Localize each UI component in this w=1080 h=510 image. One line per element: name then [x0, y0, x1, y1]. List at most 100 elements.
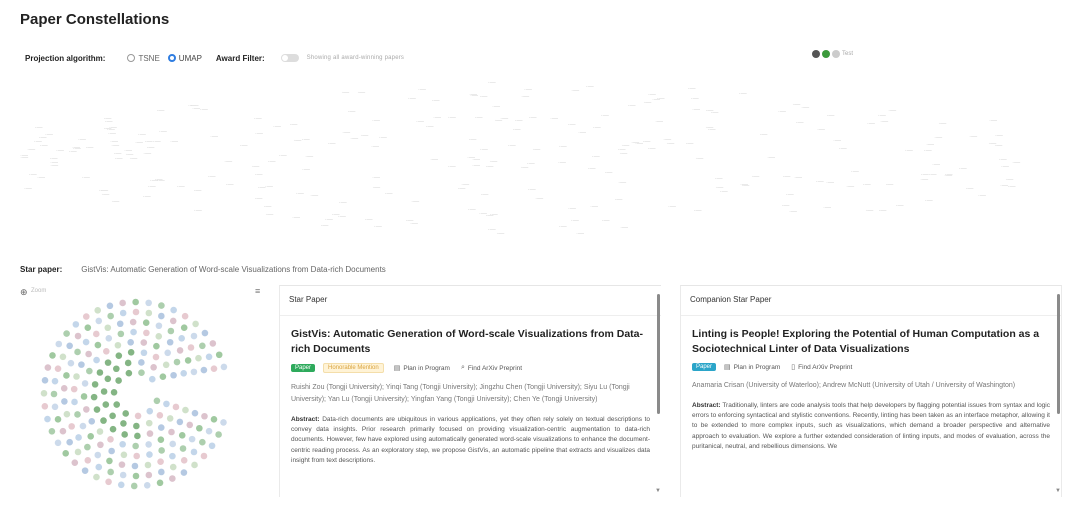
- scatter-point[interactable]: ·—: [265, 184, 273, 190]
- scatter-point[interactable]: ·—: [347, 109, 355, 115]
- radio-tsne[interactable]: TSNE: [127, 54, 160, 63]
- paper-dot[interactable]: [78, 361, 85, 368]
- constellation-rings[interactable]: [18, 297, 268, 505]
- scatter-point[interactable]: ·—: [878, 208, 886, 214]
- scatter-point[interactable]: ·—: [302, 137, 310, 143]
- paper-dot[interactable]: [44, 364, 52, 371]
- scatter-point[interactable]: ·—: [817, 127, 825, 133]
- scatter-point[interactable]: ·—: [170, 139, 178, 145]
- scatter-point[interactable]: ·—: [767, 155, 775, 161]
- scatter-point[interactable]: ·—: [496, 231, 504, 237]
- paper-dot[interactable]: [145, 471, 153, 479]
- scatter-point[interactable]: ·—: [878, 113, 886, 119]
- scatter-point[interactable]: ·—: [1005, 177, 1013, 183]
- paper-dot[interactable]: [156, 479, 164, 487]
- paper-dot[interactable]: [143, 329, 150, 337]
- paper-dot[interactable]: [90, 393, 98, 401]
- scatter-point[interactable]: ·—: [143, 151, 151, 157]
- paper-dot[interactable]: [169, 475, 176, 482]
- scatter-point[interactable]: ·—: [571, 218, 579, 224]
- scatter-point[interactable]: ·—: [479, 94, 487, 100]
- scatter-point[interactable]: ·—: [39, 135, 47, 141]
- paper-dot[interactable]: [179, 445, 187, 452]
- scatter-point[interactable]: ·—: [159, 129, 167, 135]
- scatter-point[interactable]: ·—: [885, 182, 893, 188]
- scatter-point[interactable]: ·—: [839, 146, 847, 152]
- paper-dot[interactable]: [210, 416, 218, 423]
- scatter-point[interactable]: ·—: [155, 177, 163, 183]
- paper-dot[interactable]: [63, 330, 70, 337]
- paper-dot[interactable]: [82, 313, 90, 320]
- scatter-point[interactable]: ·—: [786, 192, 794, 198]
- paper-dot[interactable]: [184, 357, 192, 364]
- scatter-point[interactable]: ·—: [494, 118, 502, 124]
- paper-dot[interactable]: [133, 422, 140, 430]
- paper-dot[interactable]: [106, 457, 113, 465]
- scatter-point[interactable]: ·—: [251, 164, 259, 170]
- paper-dot[interactable]: [74, 348, 81, 356]
- scatter-point[interactable]: ·—: [988, 141, 996, 147]
- scatter-point[interactable]: ·—: [614, 197, 622, 203]
- scatter-point[interactable]: ·—: [138, 132, 146, 138]
- scatter-point[interactable]: ·—: [365, 217, 373, 223]
- scatter-point[interactable]: ·—: [310, 193, 318, 199]
- scatter-point[interactable]: ·—: [148, 184, 156, 190]
- paper-dot[interactable]: [109, 412, 116, 420]
- scatter-point[interactable]: ·—: [586, 84, 594, 90]
- scatter-point[interactable]: ·—: [865, 208, 873, 214]
- scatter-point[interactable]: ·—: [341, 90, 349, 96]
- scatter-point[interactable]: ·—: [978, 193, 986, 199]
- scatter-point[interactable]: ·—: [37, 175, 45, 181]
- scatter-point[interactable]: ·—: [457, 186, 465, 192]
- paper-dot[interactable]: [130, 482, 138, 490]
- paper-dot[interactable]: [190, 368, 198, 376]
- paper-dot[interactable]: [115, 377, 122, 384]
- paper-dot[interactable]: [74, 332, 82, 340]
- paper-dot[interactable]: [182, 406, 189, 414]
- paper-dot[interactable]: [138, 359, 145, 366]
- paper-dot[interactable]: [61, 398, 68, 405]
- scatter-point[interactable]: ·—: [778, 109, 786, 115]
- paper-dot[interactable]: [145, 441, 152, 448]
- paper-dot[interactable]: [55, 340, 63, 348]
- scatter-point[interactable]: ·—: [374, 224, 382, 230]
- paper-dot[interactable]: [63, 410, 71, 418]
- scatter-point[interactable]: ·—: [56, 148, 64, 154]
- paper-dot[interactable]: [41, 377, 49, 384]
- scatter-point[interactable]: ·—: [601, 113, 609, 119]
- scatter-point[interactable]: ·—: [559, 144, 567, 150]
- paper-dot[interactable]: [44, 415, 51, 423]
- paper-dot[interactable]: [209, 340, 217, 347]
- scroll-down-icon[interactable]: ▼: [655, 488, 661, 494]
- scatter-point[interactable]: ·—: [490, 212, 498, 218]
- scatter-point[interactable]: ·—: [156, 108, 164, 114]
- paper-dot[interactable]: [107, 436, 114, 443]
- scatter-point[interactable]: ·—: [467, 155, 475, 161]
- scatter-point[interactable]: ·—: [279, 153, 287, 159]
- scatter-point[interactable]: ·—: [648, 146, 656, 152]
- scatter-point[interactable]: ·—: [920, 177, 928, 183]
- paper-dot[interactable]: [146, 430, 154, 437]
- scatter-point[interactable]: ·—: [708, 127, 716, 133]
- scatter-point[interactable]: ·—: [710, 110, 718, 116]
- scatter-point[interactable]: ·—: [863, 182, 871, 188]
- plan-in-program-link[interactable]: ▤ Plan in Program: [724, 363, 780, 372]
- scatter-point[interactable]: ·—: [989, 118, 997, 124]
- scatter-point[interactable]: ·—: [433, 115, 441, 121]
- paper-dot[interactable]: [59, 353, 67, 361]
- menu-icon[interactable]: ≡: [255, 286, 260, 296]
- scatter-point[interactable]: ·—: [194, 208, 202, 214]
- paper-dot[interactable]: [49, 352, 56, 359]
- paper-dot[interactable]: [94, 341, 102, 349]
- scatter-point[interactable]: ·—: [114, 156, 122, 162]
- paper-dot[interactable]: [84, 443, 91, 451]
- scatter-point[interactable]: ·—: [959, 166, 967, 172]
- paper-dot[interactable]: [48, 428, 56, 435]
- paper-dot[interactable]: [166, 338, 174, 346]
- paper-dot[interactable]: [140, 349, 148, 357]
- scatter-point[interactable]: ·—: [111, 143, 119, 149]
- scatter-point[interactable]: ·—: [524, 87, 532, 93]
- scatter-point[interactable]: ·—: [833, 138, 841, 144]
- paper-dot[interactable]: [131, 462, 139, 470]
- scatter-point[interactable]: ·—: [357, 90, 365, 96]
